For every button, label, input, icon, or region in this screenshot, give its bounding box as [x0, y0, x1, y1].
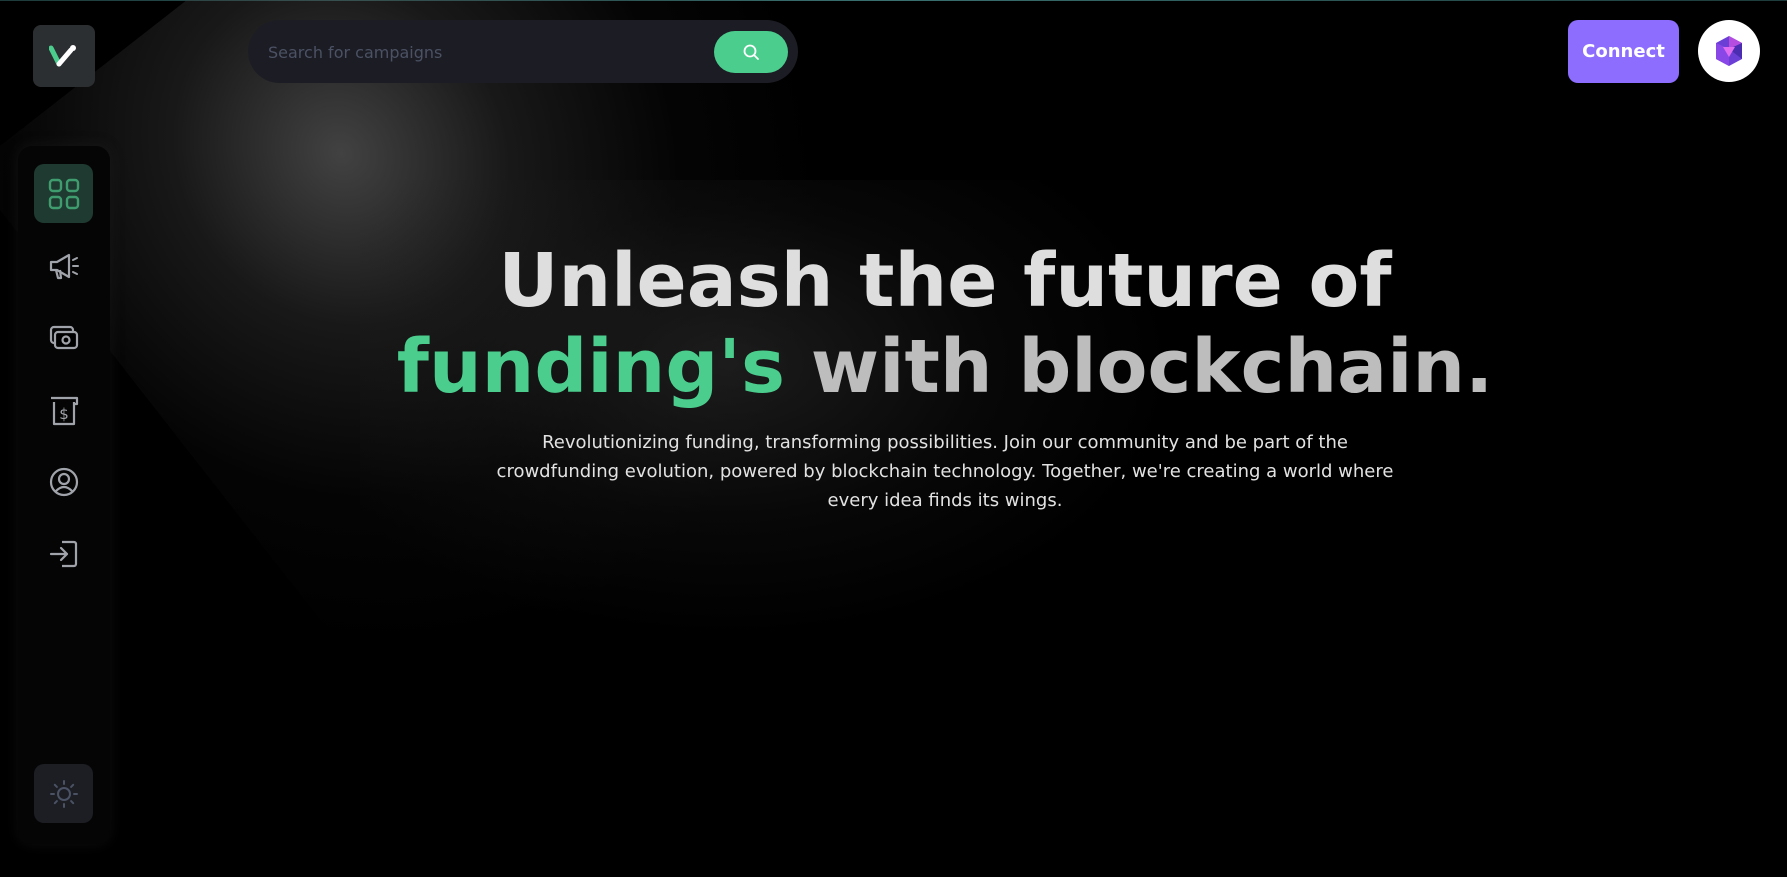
search-input[interactable]	[266, 20, 670, 85]
top-border	[0, 0, 1787, 1]
app-logo[interactable]	[33, 25, 95, 87]
sidebar-item-withdraw[interactable]: $	[34, 380, 93, 439]
user-icon	[49, 467, 78, 496]
sidebar-item-dashboard[interactable]	[34, 164, 93, 223]
search-bar	[248, 20, 798, 85]
logo-icon	[49, 45, 76, 67]
hero-section: Unleash the future of funding's with blo…	[300, 238, 1590, 515]
megaphone-icon	[49, 253, 79, 279]
search-button[interactable]	[714, 31, 788, 73]
svg-text:$: $	[59, 405, 69, 423]
hero-title-line1: Unleash the future of	[498, 238, 1392, 324]
money-icon	[49, 325, 78, 349]
hero-title-line2: with blockchain.	[810, 324, 1494, 410]
gem-logo-icon	[1716, 36, 1742, 66]
hero-description: Revolutionizing funding, transforming po…	[496, 432, 1394, 511]
connect-button[interactable]: Connect	[1568, 20, 1679, 83]
avatar[interactable]	[1698, 20, 1760, 82]
app-page: $ Search for campaigns Connect Unleash t…	[0, 0, 1787, 877]
sidebar-item-payments[interactable]	[34, 308, 93, 367]
hero-title-accent: funding's	[396, 324, 786, 410]
grid-icon	[48, 178, 79, 209]
search-icon	[743, 44, 759, 60]
sidebar-item-profile[interactable]	[34, 452, 93, 511]
sidebar-item-campaigns[interactable]	[34, 236, 93, 295]
sidebar-item-logout[interactable]	[34, 524, 93, 583]
dollar-receipt-icon: $	[50, 396, 78, 425]
hero-title: Unleash the future of funding's with blo…	[300, 238, 1590, 410]
theme-toggle-button[interactable]	[34, 764, 93, 823]
logout-icon	[49, 540, 77, 567]
sun-icon	[49, 779, 78, 808]
